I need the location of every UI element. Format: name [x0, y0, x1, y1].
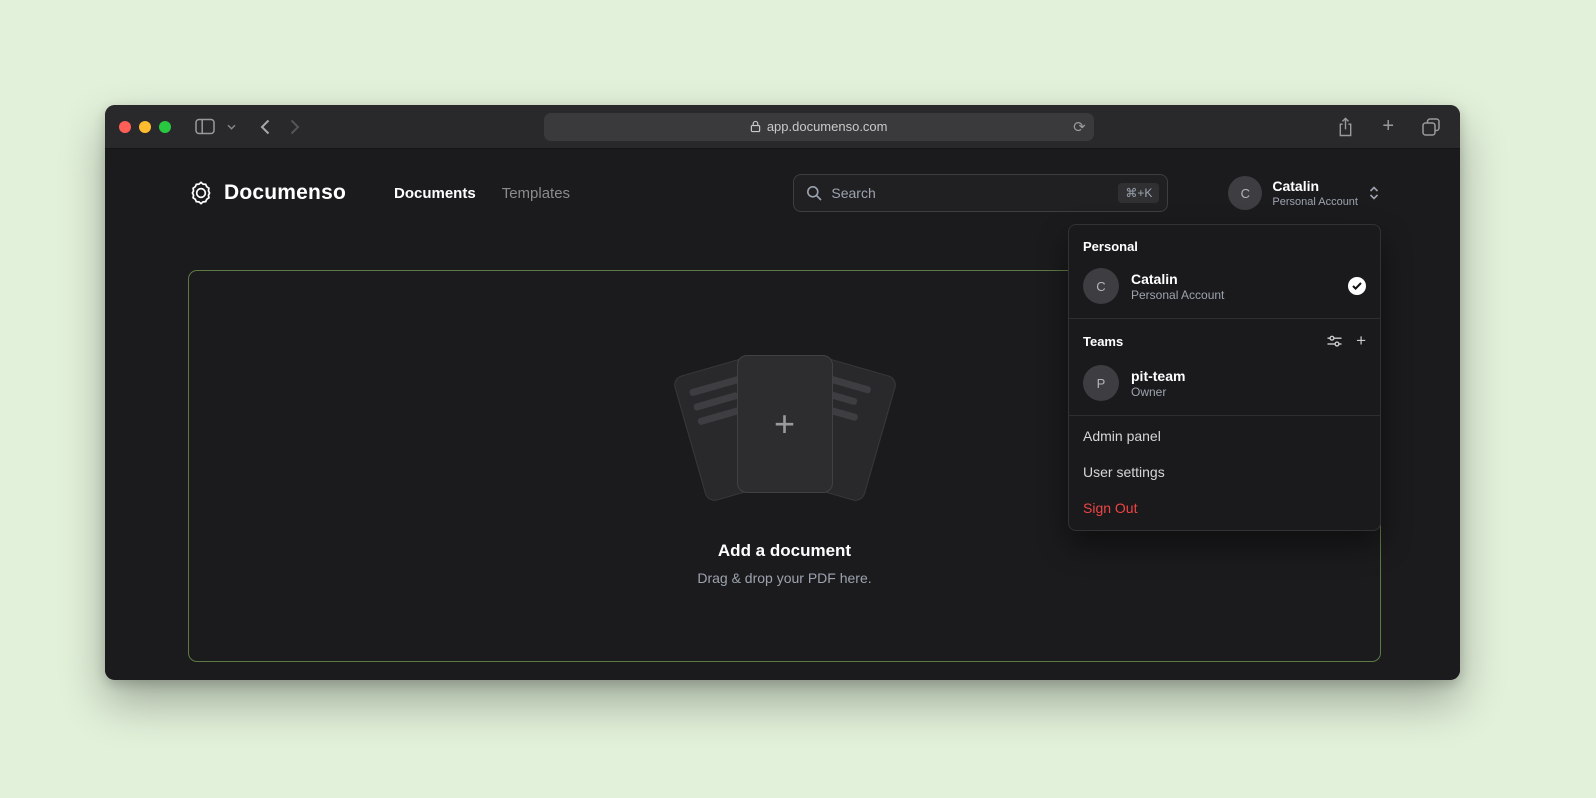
back-button[interactable]	[254, 115, 276, 139]
document-stack-illustration: +	[660, 347, 910, 515]
personal-section-label: Personal	[1083, 239, 1138, 254]
search-box[interactable]: ⌘+K	[793, 174, 1168, 212]
account-menu-button[interactable]: C Catalin Personal Account	[1228, 176, 1380, 210]
lock-icon	[750, 120, 761, 133]
tabs-icon	[1422, 118, 1440, 136]
zoom-window-button[interactable]	[159, 121, 171, 133]
account-type: Personal Account	[1272, 196, 1358, 208]
minimize-window-button[interactable]	[139, 121, 151, 133]
personal-type: Personal Account	[1131, 288, 1224, 302]
brand-logo-link[interactable]: Documenso	[188, 180, 346, 206]
chevron-up-down-icon	[1368, 185, 1380, 201]
share-button[interactable]	[1331, 113, 1360, 141]
add-plus-icon: +	[774, 403, 795, 445]
app-header: Documenso Documents Templates ⌘+K C Cata…	[105, 149, 1460, 215]
menu-item-personal-account[interactable]: C Catalin Personal Account	[1069, 260, 1380, 316]
search-shortcut-badge: ⌘+K	[1118, 183, 1159, 203]
reload-icon: ⟳	[1073, 119, 1086, 136]
browser-window: app.documenso.com ⟳ +	[105, 105, 1460, 680]
dropzone-title: Add a document	[718, 541, 851, 561]
nav-item-templates[interactable]: Templates	[502, 185, 570, 202]
nav-item-documents[interactable]: Documents	[394, 185, 476, 202]
add-team-button[interactable]: +	[1356, 331, 1366, 351]
forward-button[interactable]	[284, 115, 306, 139]
share-icon	[1337, 117, 1354, 137]
team-avatar: P	[1083, 365, 1119, 401]
menu-divider	[1069, 415, 1380, 416]
plus-icon: +	[1382, 115, 1394, 138]
reload-button[interactable]: ⟳	[1073, 118, 1086, 136]
search-icon	[806, 185, 822, 201]
selected-check-icon	[1348, 277, 1366, 295]
menu-item-admin-panel[interactable]: Admin panel	[1069, 418, 1380, 454]
team-role: Owner	[1131, 385, 1185, 399]
app-content: Documenso Documents Templates ⌘+K C Cata…	[105, 149, 1460, 679]
browser-titlebar: app.documenso.com ⟳ +	[105, 105, 1460, 149]
sidebar-toggle-button[interactable]	[189, 114, 221, 139]
personal-avatar: C	[1083, 268, 1119, 304]
account-name: Catalin	[1272, 178, 1358, 196]
teams-section-label: Teams	[1083, 334, 1123, 349]
sliders-icon	[1327, 335, 1342, 347]
titlebar-actions: +	[1331, 111, 1446, 142]
team-name: pit-team	[1131, 367, 1185, 385]
brand-name: Documenso	[224, 181, 346, 205]
sidebar-chevron-button[interactable]	[221, 120, 242, 134]
personal-name: Catalin	[1131, 270, 1224, 288]
chevron-left-icon	[260, 119, 270, 135]
address-bar[interactable]: app.documenso.com ⟳	[544, 113, 1094, 141]
search-input[interactable]	[831, 185, 1118, 201]
documenso-logo-icon	[188, 180, 214, 206]
tab-overview-button[interactable]	[1416, 114, 1446, 140]
new-tab-button[interactable]: +	[1376, 111, 1400, 142]
sidebar-icon	[195, 118, 215, 135]
dropzone-subtitle: Drag & drop your PDF here.	[697, 570, 871, 586]
chevron-down-icon	[227, 124, 236, 130]
account-avatar: C	[1228, 176, 1262, 210]
address-bar-url: app.documenso.com	[767, 119, 888, 134]
menu-divider	[1069, 318, 1380, 319]
close-window-button[interactable]	[119, 121, 131, 133]
menu-item-team-pit-team[interactable]: P pit-team Owner	[1069, 357, 1380, 413]
account-dropdown-menu: Personal C Catalin Personal Account Team…	[1068, 224, 1381, 531]
chevron-right-icon	[290, 119, 300, 135]
menu-section-teams: Teams +	[1069, 321, 1380, 357]
manage-teams-button[interactable]	[1327, 335, 1342, 347]
traffic-lights	[119, 121, 171, 133]
menu-section-personal: Personal	[1069, 229, 1380, 260]
document-card-add: +	[737, 355, 833, 493]
main-nav: Documents Templates	[394, 185, 570, 202]
menu-item-user-settings[interactable]: User settings	[1069, 454, 1380, 490]
add-team-plus-icon: +	[1356, 331, 1366, 351]
menu-item-sign-out[interactable]: Sign Out	[1069, 490, 1380, 526]
